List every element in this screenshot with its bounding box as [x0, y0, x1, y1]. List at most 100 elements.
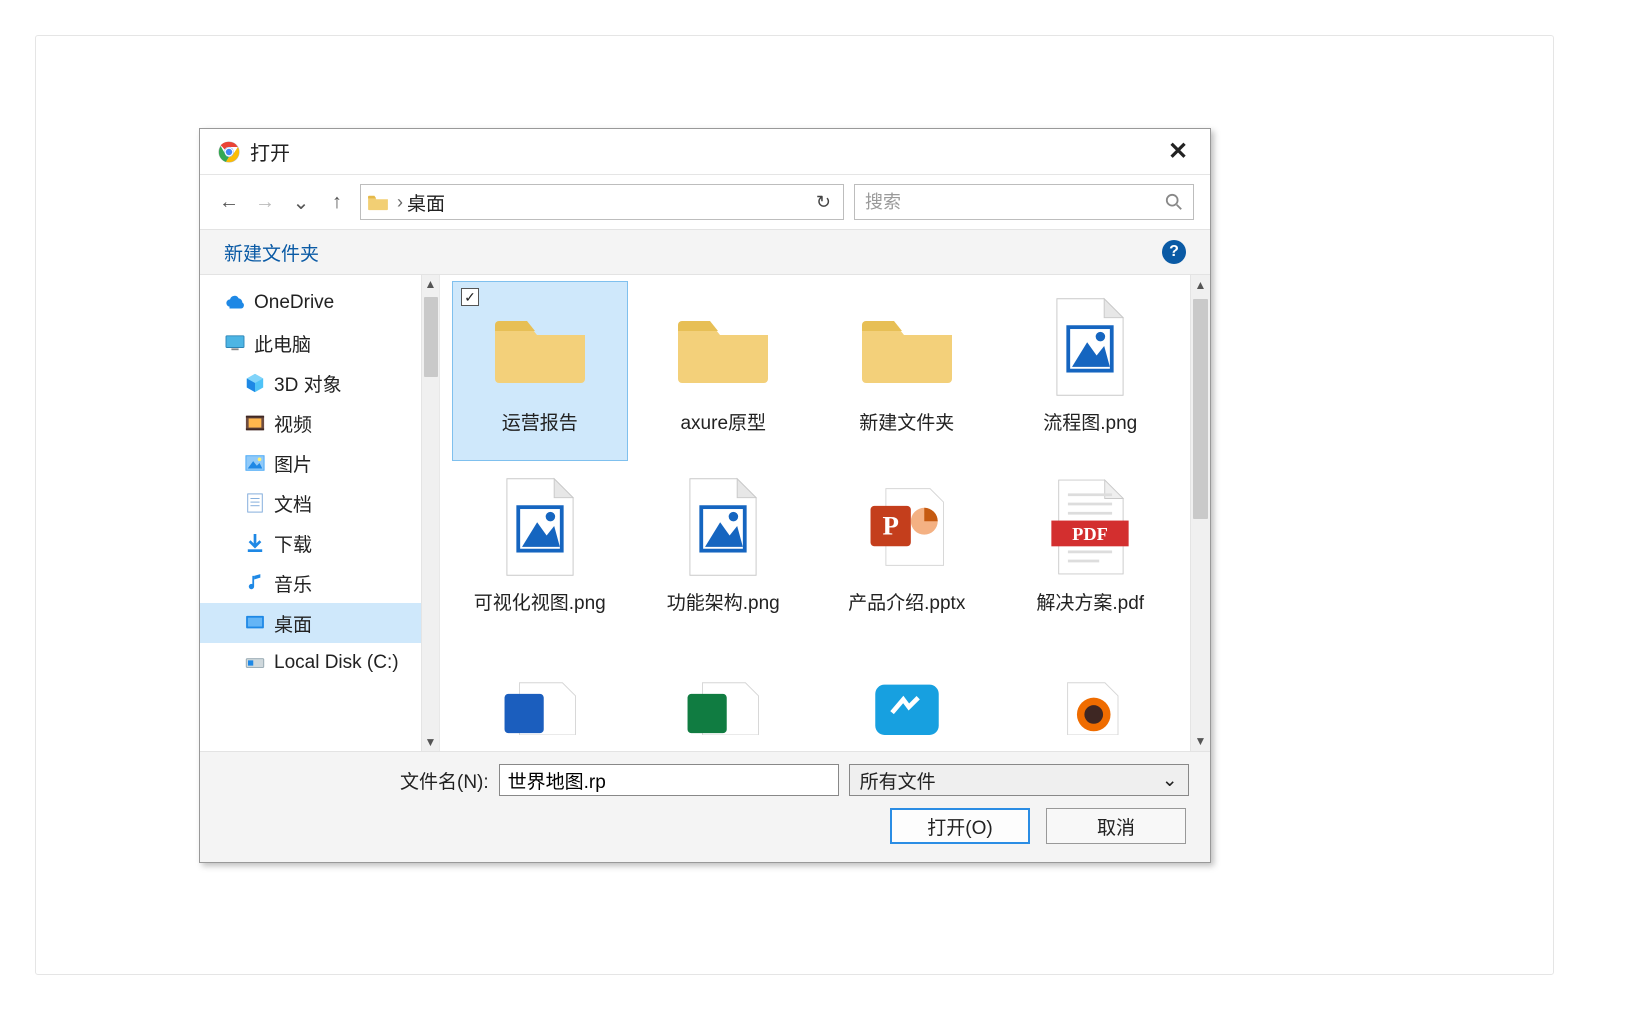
xlsx-file-icon — [668, 652, 778, 751]
file-pane: ✓ 运营报告 axure原型 — [440, 275, 1210, 751]
search-box[interactable] — [854, 184, 1194, 220]
new-folder-button[interactable]: 新建文件夹 — [224, 239, 319, 266]
address-bar[interactable]: › 桌面 ↻ — [360, 184, 844, 220]
video-icon — [244, 412, 266, 434]
image-file-icon — [1035, 292, 1145, 402]
cancel-button-label: 取消 — [1097, 813, 1135, 840]
tree-label: 桌面 — [274, 610, 312, 637]
search-icon — [1165, 193, 1183, 211]
app-icon — [852, 652, 962, 751]
file-label: 解决方案.pdf — [1036, 588, 1144, 615]
dialog-body: OneDrive 此电脑 3D 对象 — [200, 275, 1210, 752]
search-input[interactable] — [865, 192, 1165, 213]
file-item[interactable] — [452, 641, 628, 751]
close-button[interactable]: ✕ — [1156, 137, 1200, 167]
file-item[interactable]: ✓ 运营报告 — [452, 281, 628, 461]
folder-icon — [367, 193, 389, 211]
tree-item-3dobjects[interactable]: 3D 对象 — [200, 363, 421, 403]
file-item[interactable]: P 产品介绍.pptx — [819, 461, 995, 641]
navbar: ← → ⌄ ↑ › 桌面 ↻ — [200, 175, 1210, 229]
dialog-footer: 文件名(N): 所有文件 ⌄ 打开(O) 取消 — [200, 752, 1210, 862]
file-label: axure原型 — [680, 408, 766, 435]
refresh-button[interactable]: ↻ — [810, 192, 837, 213]
tree-item-music[interactable]: 音乐 — [200, 563, 421, 603]
breadcrumb-location[interactable]: 桌面 — [407, 189, 810, 216]
file-item[interactable] — [1003, 641, 1179, 751]
cancel-button[interactable]: 取消 — [1046, 808, 1186, 844]
scroll-thumb[interactable] — [1193, 299, 1208, 519]
tree-item-disk-c[interactable]: Local Disk (C:) — [200, 643, 421, 683]
tree-label: 图片 — [274, 450, 312, 477]
scroll-up-icon[interactable]: ▲ — [422, 275, 439, 293]
sidebar-scrollbar[interactable]: ▲ ▼ — [421, 275, 439, 751]
folder-icon — [668, 292, 778, 402]
back-button[interactable]: ← — [216, 189, 242, 215]
file-label: 运营报告 — [502, 408, 578, 435]
filetype-value: 所有文件 — [860, 767, 936, 794]
pptx-file-icon: P — [852, 472, 962, 582]
checkbox-icon[interactable]: ✓ — [461, 288, 479, 306]
image-file-icon — [485, 472, 595, 582]
music-icon — [244, 572, 266, 594]
recent-locations-button[interactable]: ⌄ — [288, 189, 314, 215]
tree-item-thispc[interactable]: 此电脑 — [200, 323, 421, 363]
image-file-icon — [668, 472, 778, 582]
scroll-down-icon[interactable]: ▼ — [422, 733, 439, 751]
disk-icon — [244, 652, 266, 674]
svg-text:P: P — [882, 511, 898, 541]
sidebar: OneDrive 此电脑 3D 对象 — [200, 275, 440, 751]
page-frame: 打开 ✕ ← → ⌄ ↑ › 桌面 ↻ — [35, 35, 1554, 975]
forward-button[interactable]: → — [252, 189, 278, 215]
file-item[interactable] — [819, 641, 995, 751]
open-file-dialog: 打开 ✕ ← → ⌄ ↑ › 桌面 ↻ — [199, 128, 1211, 863]
chrome-icon — [218, 141, 240, 163]
file-item[interactable]: 流程图.png — [1003, 281, 1179, 461]
filetype-dropdown[interactable]: 所有文件 ⌄ — [849, 764, 1189, 796]
tree-label: 下载 — [274, 530, 312, 557]
tree-label: Local Disk (C:) — [274, 652, 399, 674]
tree-item-desktop[interactable]: 桌面 — [200, 603, 421, 643]
titlebar: 打开 ✕ — [200, 129, 1210, 175]
file-item[interactable]: PDF 解决方案.pdf — [1003, 461, 1179, 641]
toolbar: 新建文件夹 ? — [200, 229, 1210, 275]
file-label: 流程图.png — [1043, 408, 1137, 435]
content-scrollbar[interactable]: ▲ ▼ — [1190, 275, 1210, 751]
tree-label: 3D 对象 — [274, 370, 342, 397]
filename-label: 文件名(N): — [400, 767, 489, 794]
tree-item-downloads[interactable]: 下载 — [200, 523, 421, 563]
file-label: 功能架构.png — [667, 588, 780, 615]
file-item[interactable] — [636, 641, 812, 751]
scroll-down-icon[interactable]: ▼ — [1191, 731, 1210, 751]
download-icon — [244, 532, 266, 554]
chevron-down-icon: ⌄ — [1162, 769, 1178, 792]
window-title: 打开 — [250, 137, 290, 166]
pictures-icon — [244, 452, 266, 474]
onedrive-icon — [224, 292, 246, 314]
file-label: 产品介绍.pptx — [848, 588, 965, 615]
tree-item-onedrive[interactable]: OneDrive — [200, 283, 421, 323]
file-label: 新建文件夹 — [859, 408, 954, 435]
pc-icon — [224, 332, 246, 354]
tree-item-pictures[interactable]: 图片 — [200, 443, 421, 483]
file-item[interactable]: axure原型 — [636, 281, 812, 461]
tree-label: OneDrive — [254, 292, 334, 314]
open-button-label: 打开(O) — [927, 813, 992, 840]
file-item[interactable]: 新建文件夹 — [819, 281, 995, 461]
up-button[interactable]: ↑ — [324, 189, 350, 215]
file-label: 可视化视图.png — [474, 588, 606, 615]
tree-item-documents[interactable]: 文档 — [200, 483, 421, 523]
tree-item-videos[interactable]: 视频 — [200, 403, 421, 443]
nav-tree: OneDrive 此电脑 3D 对象 — [200, 275, 421, 751]
open-button[interactable]: 打开(O) — [890, 808, 1030, 844]
app-icon — [1035, 652, 1145, 751]
folder-icon — [485, 292, 595, 402]
help-button[interactable]: ? — [1162, 240, 1186, 264]
file-item[interactable]: 可视化视图.png — [452, 461, 628, 641]
tree-label: 音乐 — [274, 570, 312, 597]
file-grid[interactable]: ✓ 运营报告 axure原型 — [440, 275, 1190, 751]
file-item[interactable]: 功能架构.png — [636, 461, 812, 641]
scroll-thumb[interactable] — [424, 297, 438, 377]
scroll-up-icon[interactable]: ▲ — [1191, 275, 1210, 295]
filename-input[interactable] — [499, 764, 839, 796]
breadcrumb-separator: › — [397, 192, 403, 213]
